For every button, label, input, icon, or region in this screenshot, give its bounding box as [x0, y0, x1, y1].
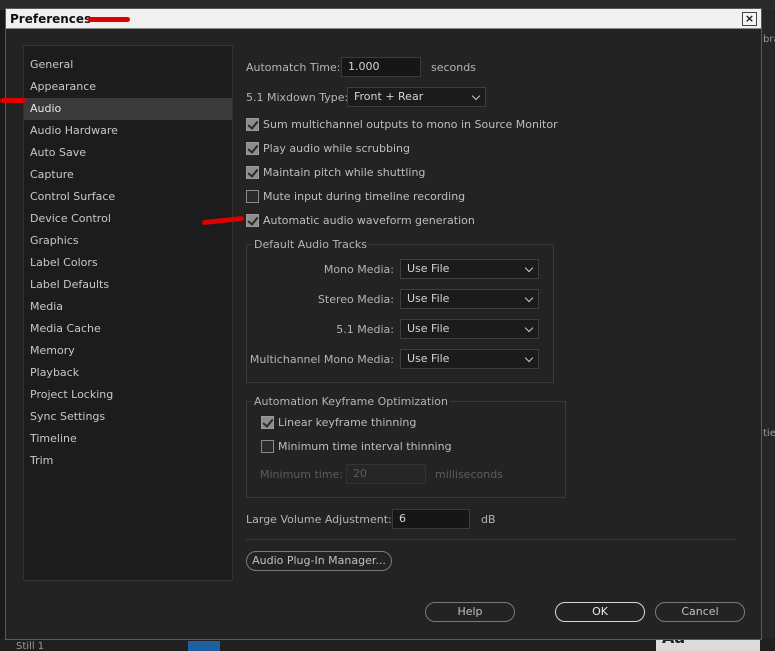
five-one-media-select[interactable]: Use File: [400, 319, 539, 339]
sidebar-item-capture[interactable]: Capture: [24, 164, 232, 186]
stereo-media-value: Use File: [407, 292, 450, 305]
section-divider: [246, 539, 736, 540]
checkbox-icon[interactable]: [246, 190, 259, 203]
five-one-media-label: 5.1 Media:: [336, 323, 394, 336]
minimum-time-unit: milliseconds: [435, 468, 503, 481]
audio-plugin-manager-button[interactable]: Audio Plug-In Manager...: [246, 551, 392, 571]
multichannel-mono-media-select[interactable]: Use File: [400, 349, 539, 369]
mixdown-type-value: Front + Rear: [354, 90, 424, 103]
sidebar-item-media-cache[interactable]: Media Cache: [24, 318, 232, 340]
chevron-down-icon: [524, 263, 534, 273]
large-volume-unit: dB: [481, 513, 496, 526]
chevron-down-icon: [524, 353, 534, 363]
sidebar-item-audio[interactable]: Audio: [24, 98, 232, 120]
background-app-right: [762, 10, 775, 651]
default-audio-tracks-title: Default Audio Tracks: [252, 238, 369, 251]
sidebar-item-audio-hardware[interactable]: Audio Hardware: [24, 120, 232, 142]
preferences-sidebar: General Appearance Audio Audio Hardware …: [23, 45, 233, 581]
sidebar-item-label-defaults[interactable]: Label Defaults: [24, 274, 232, 296]
sidebar-item-playback[interactable]: Playback: [24, 362, 232, 384]
chevron-down-icon: [471, 91, 481, 101]
sidebar-item-graphics[interactable]: Graphics: [24, 230, 232, 252]
multichannel-mono-media-label: Multichannel Mono Media:: [249, 353, 394, 366]
background-right-text: bra: [763, 34, 775, 45]
sidebar-item-appearance[interactable]: Appearance: [24, 76, 232, 98]
mono-media-select[interactable]: Use File: [400, 259, 539, 279]
checkbox-label: Linear keyframe thinning: [278, 416, 417, 429]
sidebar-item-device-control[interactable]: Device Control: [24, 208, 232, 230]
checkbox-icon[interactable]: [246, 118, 259, 131]
multichannel-mono-media-value: Use File: [407, 352, 450, 365]
chevron-down-icon: [524, 293, 534, 303]
mono-media-value: Use File: [407, 262, 450, 275]
dialog-title: Preferences: [10, 12, 92, 26]
checkbox-icon[interactable]: [246, 166, 259, 179]
sidebar-item-control-surface[interactable]: Control Surface: [24, 186, 232, 208]
stereo-media-select[interactable]: Use File: [400, 289, 539, 309]
mixdown-type-select[interactable]: Front + Rear: [347, 87, 486, 107]
automatch-time-input[interactable]: 1.000: [341, 57, 421, 77]
sidebar-item-timeline[interactable]: Timeline: [24, 428, 232, 450]
automatch-time-label: Automatch Time:: [246, 61, 341, 74]
chevron-down-icon: [524, 323, 534, 333]
checkbox-label: Sum multichannel outputs to mono in Sour…: [263, 118, 558, 131]
sidebar-item-label-colors[interactable]: Label Colors: [24, 252, 232, 274]
help-button[interactable]: Help: [425, 602, 515, 622]
checkbox-icon[interactable]: [246, 214, 259, 227]
checkbox-icon[interactable]: [246, 142, 259, 155]
large-volume-input[interactable]: 6: [392, 509, 470, 529]
checkbox-label: Automatic audio waveform generation: [263, 214, 475, 227]
checkbox-icon[interactable]: [261, 440, 274, 453]
background-timecode-badge: [188, 641, 220, 651]
sidebar-item-project-locking[interactable]: Project Locking: [24, 384, 232, 406]
checkbox-icon[interactable]: [261, 416, 274, 429]
cancel-button[interactable]: Cancel: [655, 602, 745, 622]
automatch-time-unit: seconds: [431, 61, 476, 74]
mono-media-label: Mono Media:: [323, 263, 394, 276]
sidebar-item-trim[interactable]: Trim: [24, 450, 232, 472]
checkbox-label: Maintain pitch while shuttling: [263, 166, 426, 179]
sidebar-item-sync-settings[interactable]: Sync Settings: [24, 406, 232, 428]
minimum-time-label: Minimum time:: [260, 468, 344, 481]
minimum-time-input[interactable]: 20: [346, 464, 426, 484]
checkbox-label: Play audio while scrubbing: [263, 142, 411, 155]
background-right-text-2: tie: [763, 428, 775, 439]
background-bottom-label: Still 1: [16, 641, 45, 651]
sidebar-item-memory[interactable]: Memory: [24, 340, 232, 362]
close-button[interactable]: ×: [742, 12, 757, 26]
ok-button[interactable]: OK: [555, 602, 645, 622]
five-one-media-value: Use File: [407, 322, 450, 335]
sidebar-item-media[interactable]: Media: [24, 296, 232, 318]
annotation-mark-title: [88, 17, 130, 22]
sidebar-item-general[interactable]: General: [24, 54, 232, 76]
sidebar-item-auto-save[interactable]: Auto Save: [24, 142, 232, 164]
preferences-dialog: Preferences × General Appearance Audio A…: [0, 8, 762, 640]
checkbox-label: Minimum time interval thinning: [278, 440, 452, 453]
large-volume-label: Large Volume Adjustment:: [246, 513, 392, 526]
keyframe-optimization-title: Automation Keyframe Optimization: [252, 395, 450, 408]
mixdown-type-label: 5.1 Mixdown Type:: [246, 91, 349, 104]
checkbox-label: Mute input during timeline recording: [263, 190, 466, 203]
stereo-media-label: Stereo Media:: [317, 293, 394, 306]
annotation-mark-audio: [0, 98, 26, 103]
